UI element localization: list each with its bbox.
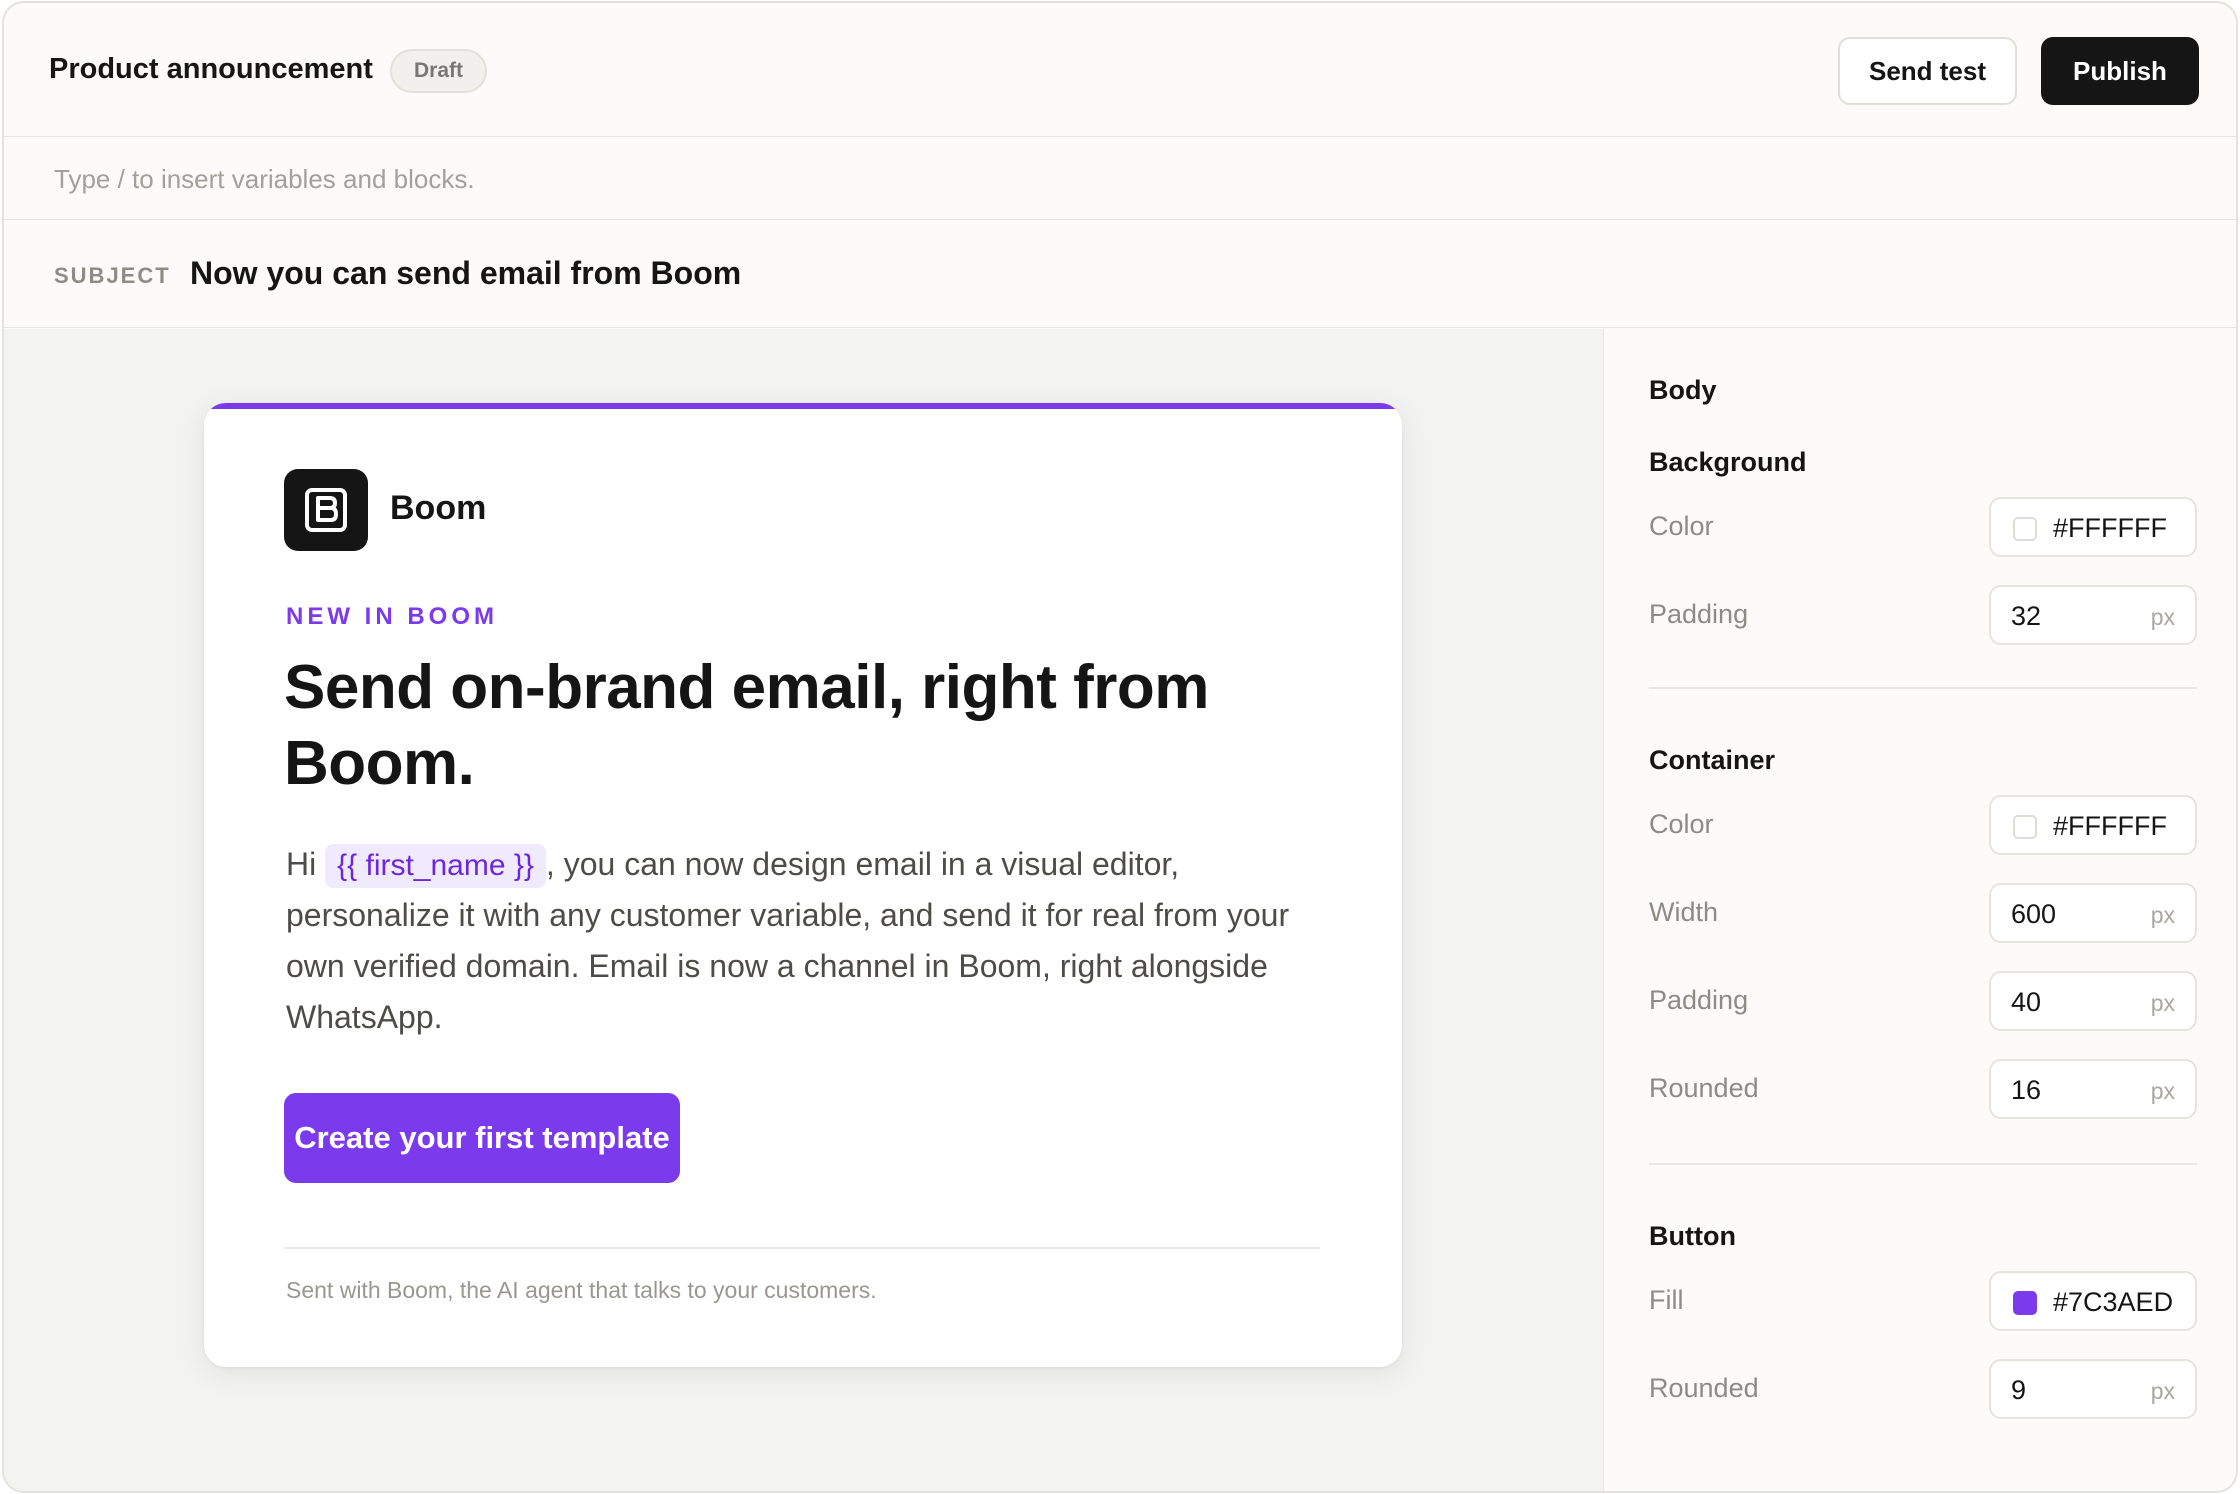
background-padding-label: Padding	[1649, 599, 1749, 629]
button-fill-label: Fill	[1649, 1285, 1684, 1315]
email-editor-window: Product announcement Draft Send test Pub…	[2, 1, 2238, 1493]
email-body-text[interactable]: Hi {{ first_name }}, you can now design …	[286, 839, 1326, 1043]
button-fill-value: #7C3AED	[2053, 1287, 2174, 1317]
first-name-variable-chip[interactable]: {{ first_name }}	[325, 844, 546, 888]
document-title[interactable]: Product announcement	[49, 53, 373, 86]
color-swatch[interactable]	[2013, 815, 2037, 839]
command-input-row[interactable]: Type / to insert variables and blocks.	[4, 138, 2236, 220]
email-headline[interactable]: Send on-brand email, right from Boom.	[284, 650, 1324, 802]
boom-logo-icon	[284, 469, 368, 551]
section-divider	[1649, 687, 2197, 689]
cta-button[interactable]: Create your first template	[284, 1093, 680, 1183]
button-fill-field[interactable]: #7C3AED	[1989, 1271, 2197, 1331]
container-color-field[interactable]: #FFFFFF	[1989, 795, 2197, 855]
email-footer: Sent with Boom, the AI agent that talks …	[286, 1277, 877, 1303]
background-color-value: #FFFFFF	[2053, 513, 2167, 543]
subject-label: SUBJECT	[54, 263, 171, 288]
section-divider	[1649, 1163, 2197, 1165]
container-padding-value: 40	[2011, 987, 2042, 1017]
command-hint: Type / to insert variables and blocks.	[54, 164, 475, 194]
email-preview-canvas: Boom NEW IN BOOM Send on-brand email, ri…	[4, 329, 1604, 1491]
unit-label: px	[2150, 1078, 2175, 1104]
eyebrow-label: NEW IN BOOM	[286, 603, 498, 630]
panel-title: Body	[1649, 375, 1717, 405]
brand-name: Boom	[390, 489, 487, 527]
container-width-input[interactable]: 600 px	[1989, 883, 2197, 943]
unit-label: px	[2150, 902, 2175, 928]
container-color-value: #FFFFFF	[2053, 811, 2167, 841]
container-rounded-value: 16	[2011, 1075, 2042, 1105]
container-color-label: Color	[1649, 809, 1714, 839]
background-heading: Background	[1649, 447, 1807, 477]
container-rounded-label: Rounded	[1649, 1073, 1759, 1103]
button-rounded-input[interactable]: 9 px	[1989, 1359, 2197, 1419]
button-rounded-value: 9	[2011, 1375, 2027, 1405]
publish-button[interactable]: Publish	[2041, 37, 2199, 105]
email-divider	[284, 1247, 1320, 1249]
color-swatch[interactable]	[2013, 517, 2037, 541]
send-test-button[interactable]: Send test	[1838, 37, 2017, 105]
email-accent-bar	[204, 403, 1402, 409]
button-rounded-label: Rounded	[1649, 1373, 1759, 1403]
email-preview-card[interactable]: Boom NEW IN BOOM Send on-brand email, ri…	[204, 403, 1402, 1367]
unit-label: px	[2150, 990, 2175, 1016]
container-heading: Container	[1649, 745, 1776, 775]
properties-panel: Body Background Color #FFFFFF Padding 32…	[1605, 329, 2236, 1491]
button-heading: Button	[1649, 1221, 1736, 1251]
unit-label: px	[2150, 1378, 2175, 1404]
container-rounded-input[interactable]: 16 px	[1989, 1059, 2197, 1119]
background-padding-value: 32	[2011, 601, 2042, 631]
greeting-text: Hi	[286, 846, 317, 882]
subject-row: SUBJECT Now you can send email from Boom	[4, 221, 2236, 328]
unit-label: px	[2150, 604, 2175, 630]
container-padding-label: Padding	[1649, 985, 1749, 1015]
status-badge: Draft	[390, 49, 488, 93]
top-bar: Product announcement Draft Send test Pub…	[4, 3, 2236, 137]
container-padding-input[interactable]: 40 px	[1989, 971, 2197, 1031]
container-width-value: 600	[2011, 899, 2057, 929]
color-swatch[interactable]	[2013, 1291, 2037, 1315]
container-width-label: Width	[1649, 897, 1719, 927]
background-color-label: Color	[1649, 511, 1714, 541]
subject-input[interactable]: Now you can send email from Boom	[190, 255, 741, 292]
background-color-field[interactable]: #FFFFFF	[1989, 497, 2197, 557]
background-padding-input[interactable]: 32 px	[1989, 585, 2197, 645]
